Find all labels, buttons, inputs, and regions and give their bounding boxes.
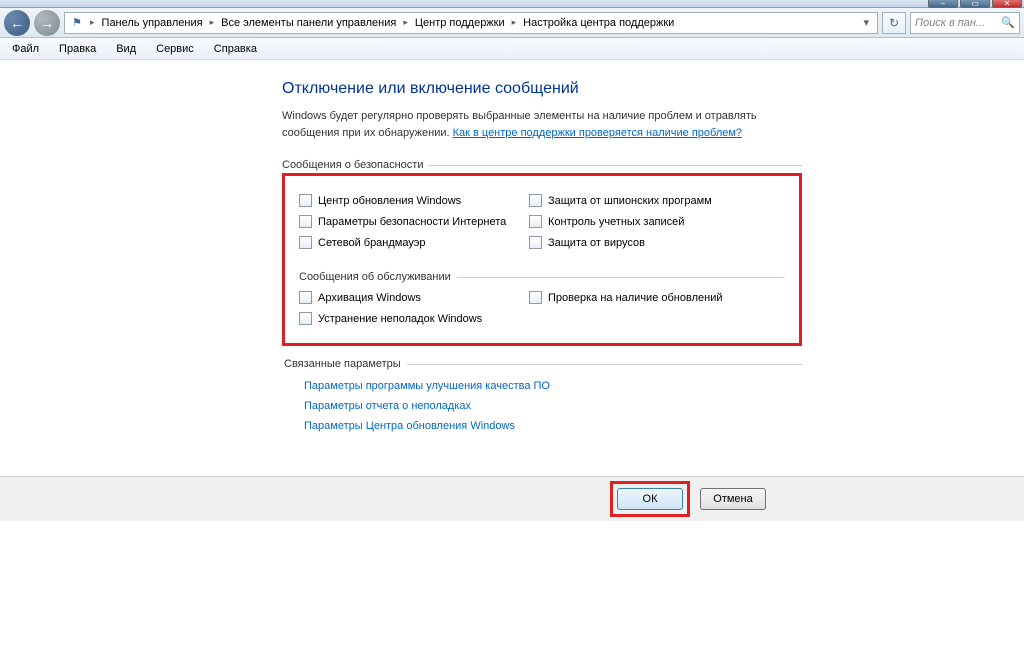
related-links: Параметры программы улучшения качества П… (284, 380, 802, 432)
checkbox-label: Параметры безопасности Интернета (318, 216, 506, 228)
description: Windows будет регулярно проверять выбран… (282, 108, 802, 141)
checkbox[interactable] (529, 236, 542, 249)
breadcrumb-sep: ▸ (509, 17, 520, 28)
security-checkbox-grid: Центр обновления Windows Защита от шпион… (299, 194, 785, 249)
close-button[interactable]: ✕ (992, 0, 1022, 8)
checkbox-label: Контроль учетных записей (548, 216, 684, 228)
menu-edit[interactable]: Правка (51, 41, 104, 57)
checkbox-label: Устранение неполадок Windows (318, 313, 482, 325)
window-controls: – ▭ ✕ (928, 0, 1022, 8)
refresh-button[interactable]: ↻ (882, 12, 906, 34)
navbar: ← → ⚑ ▸ Панель управления ▸ Все элементы… (0, 8, 1024, 38)
breadcrumb-sep: ▸ (87, 17, 98, 28)
cancel-button[interactable]: Отмена (700, 488, 766, 510)
refresh-icon: ↻ (889, 16, 899, 30)
maximize-icon: ▭ (971, 0, 979, 8)
checkbox[interactable] (299, 312, 312, 325)
maximize-button[interactable]: ▭ (960, 0, 990, 8)
checkbox-row: Устранение неполадок Windows (299, 312, 529, 325)
checkbox-row: Параметры безопасности Интернета (299, 215, 529, 228)
group-security-label: Сообщения о безопасности (282, 159, 802, 171)
group-maintenance-text: Сообщения об обслуживании (299, 271, 451, 283)
search-icon: 🔍 (1001, 16, 1015, 29)
forward-icon: → (40, 15, 54, 31)
group-related-label: Связанные параметры (284, 358, 802, 370)
related-section: Связанные параметры Параметры программы … (282, 358, 802, 432)
checkbox-row: Защита от шпионских программ (529, 194, 759, 207)
maintenance-checkbox-grid: Архивация Windows Проверка на наличие об… (299, 291, 785, 325)
menubar: Файл Правка Вид Сервис Справка (0, 38, 1024, 60)
breadcrumb-dropdown-icon[interactable]: ▾ (859, 16, 873, 29)
checkbox-row: Проверка на наличие обновлений (529, 291, 759, 304)
titlebar: – ▭ ✕ (0, 0, 1024, 8)
related-link-2[interactable]: Параметры Центра обновления Windows (304, 420, 802, 432)
checkbox-label: Проверка на наличие обновлений (548, 292, 722, 304)
checkbox[interactable] (529, 291, 542, 304)
breadcrumb-item-1[interactable]: Все элементы панели управления (219, 17, 398, 29)
breadcrumb-item-0[interactable]: Панель управления (100, 17, 205, 29)
menu-help[interactable]: Справка (206, 41, 265, 57)
menu-view[interactable]: Вид (108, 41, 144, 57)
blank-area (0, 521, 1024, 663)
menu-tools[interactable]: Сервис (148, 41, 202, 57)
minimize-icon: – (941, 0, 945, 8)
checkbox[interactable] (299, 291, 312, 304)
breadcrumb[interactable]: ⚑ ▸ Панель управления ▸ Все элементы пан… (64, 12, 878, 34)
breadcrumb-sep: ▸ (207, 17, 218, 28)
checkbox-row: Защита от вирусов (529, 236, 759, 249)
menu-file[interactable]: Файл (4, 41, 47, 57)
related-link-0[interactable]: Параметры программы улучшения качества П… (304, 380, 802, 392)
checkbox[interactable] (529, 194, 542, 207)
footer: ОК Отмена (0, 477, 1024, 521)
breadcrumb-sep: ▸ (400, 17, 411, 28)
related-link-1[interactable]: Параметры отчета о неполадках (304, 400, 802, 412)
breadcrumb-item-3[interactable]: Настройка центра поддержки (521, 17, 676, 29)
flag-icon: ⚑ (69, 15, 85, 31)
group-security-text: Сообщения о безопасности (282, 159, 423, 171)
breadcrumb-item-2[interactable]: Центр поддержки (413, 17, 507, 29)
search-input[interactable]: Поиск в пан... 🔍 (910, 12, 1020, 34)
checkbox[interactable] (529, 215, 542, 228)
checkbox-label: Архивация Windows (318, 292, 421, 304)
close-icon: ✕ (1004, 0, 1011, 8)
minimize-button[interactable]: – (928, 0, 958, 8)
checkbox-row: Контроль учетных записей (529, 215, 759, 228)
page-title: Отключение или включение сообщений (282, 80, 802, 98)
checkbox-label: Сетевой брандмауэр (318, 237, 425, 249)
divider (407, 364, 802, 365)
checkbox-label: Защита от шпионских программ (548, 195, 712, 207)
checkbox-row: Сетевой брандмауэр (299, 236, 529, 249)
search-placeholder: Поиск в пан... (915, 17, 985, 29)
checkbox[interactable] (299, 194, 312, 207)
forward-button[interactable]: → (34, 10, 60, 36)
description-link[interactable]: Как в центре поддержки проверяется налич… (453, 127, 742, 139)
checkbox-label: Защита от вирусов (548, 237, 645, 249)
back-icon: ← (10, 15, 24, 31)
group-maintenance-label: Сообщения об обслуживании (299, 271, 785, 283)
content-area: Отключение или включение сообщений Windo… (0, 60, 1024, 472)
divider (429, 165, 802, 166)
checkbox-label: Центр обновления Windows (318, 195, 461, 207)
ok-button[interactable]: ОК (617, 488, 683, 510)
highlight-box: Центр обновления Windows Защита от шпион… (282, 173, 802, 346)
checkbox-row: Центр обновления Windows (299, 194, 529, 207)
back-button[interactable]: ← (4, 10, 30, 36)
group-related-text: Связанные параметры (284, 358, 401, 370)
divider (457, 277, 785, 278)
checkbox[interactable] (299, 215, 312, 228)
checkbox-row: Архивация Windows (299, 291, 529, 304)
checkbox[interactable] (299, 236, 312, 249)
ok-highlight: ОК (610, 481, 690, 517)
